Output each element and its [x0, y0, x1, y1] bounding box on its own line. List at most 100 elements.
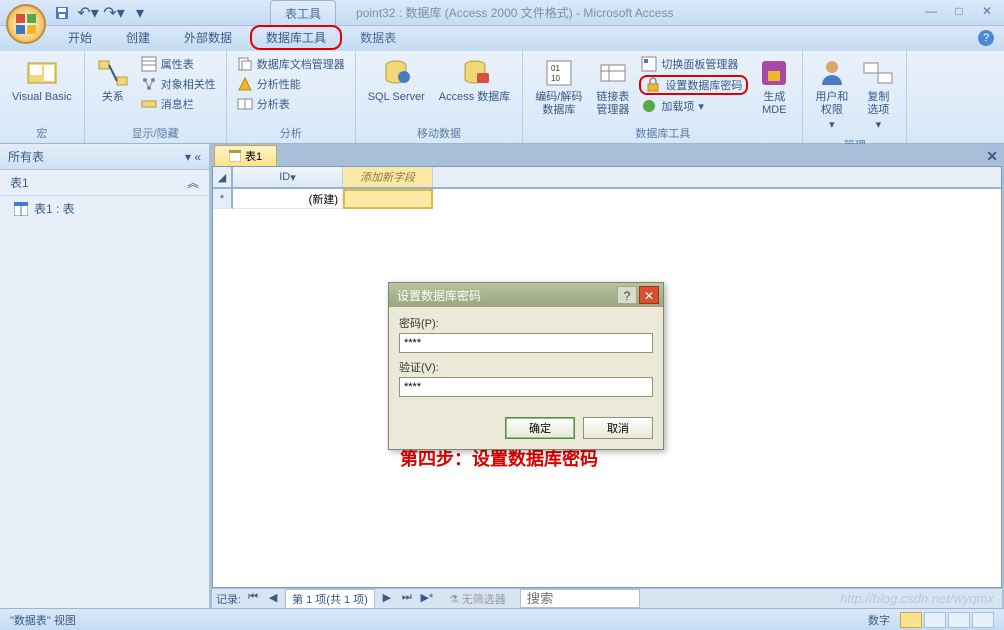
access-db-button[interactable]: Access 数据库 [435, 55, 515, 106]
col-id[interactable]: ID ▾ [233, 167, 343, 187]
tab-create[interactable]: 创建 [110, 25, 166, 50]
encode-label: 编码/解码 数据库 [535, 91, 582, 117]
quick-access-toolbar: ↶▾ ↷▾ ▾ [52, 3, 150, 23]
mde-label: 生成 MDE [762, 91, 786, 117]
doc-tab-table1[interactable]: 表1 [214, 145, 277, 166]
cancel-button[interactable]: 取消 [583, 417, 653, 439]
nav-pane: 所有表 ▾ « 表1 ︽ 表1 : 表 [0, 144, 210, 608]
tab-datasheet[interactable]: 数据表 [344, 25, 412, 50]
status-view-label: "数据表" 视图 [10, 612, 76, 628]
visual-basic-button[interactable]: Visual Basic [8, 55, 76, 106]
pwd-label: 密码(P): [399, 315, 653, 331]
view-datasheet-icon[interactable] [900, 612, 922, 628]
ok-button[interactable]: 确定 [505, 417, 575, 439]
qat-more-icon[interactable]: ▾ [130, 3, 150, 23]
object-deps-button[interactable]: 对象相关性 [139, 75, 218, 93]
group-macro-label: 宏 [8, 123, 76, 143]
verify-label: 验证(V): [399, 359, 653, 375]
group-analyze: 数据库文档管理器 分析性能 分析表 分析 [227, 51, 356, 143]
context-tab[interactable]: 表工具 [270, 0, 336, 26]
view-chart-icon[interactable] [948, 612, 970, 628]
addins-button[interactable]: 加载项 ▾ [639, 97, 748, 115]
group-move: SQL Server Access 数据库 移动数据 [356, 51, 524, 143]
linked-table-button[interactable]: 链接表 管理器 [592, 55, 633, 119]
group-macro: Visual Basic 宏 [0, 51, 85, 143]
property-sheet-button[interactable]: 属性表 [139, 55, 218, 73]
col-add-field[interactable]: 添加新字段 [343, 167, 433, 187]
ribbon-tabs: 开始 创建 外部数据 数据库工具 数据表 ? [0, 26, 1004, 50]
tab-dbtools[interactable]: 数据库工具 [250, 25, 342, 50]
rec-search-input[interactable] [520, 589, 640, 608]
help-icon[interactable]: ? [978, 30, 994, 46]
encode-db-button[interactable]: 0110 编码/解码 数据库 [531, 55, 586, 119]
doc-mgr-button[interactable]: 数据库文档管理器 [235, 55, 347, 73]
dialog-help-icon[interactable]: ? [617, 286, 637, 304]
group-dbtools: 0110 编码/解码 数据库 链接表 管理器 切换面板管理器 设置数据库密码 加… [523, 51, 803, 143]
rec-new-icon[interactable]: ▶* [419, 591, 435, 607]
save-icon[interactable] [52, 3, 72, 23]
office-button[interactable] [6, 4, 46, 44]
analyze-table-button[interactable]: 分析表 [235, 95, 347, 113]
access-label: Access 数据库 [439, 91, 511, 104]
relationships-button[interactable]: 关系 [93, 55, 133, 106]
repl-label: 复制 选项 [867, 91, 889, 117]
table-icon [14, 202, 28, 216]
tab-home[interactable]: 开始 [52, 25, 108, 50]
nav-section[interactable]: 表1 ︽ [0, 170, 209, 196]
message-bar-button[interactable]: 消息栏 [139, 95, 218, 113]
group-dbtools-label: 数据库工具 [531, 123, 794, 143]
password-dialog: 设置数据库密码 ? ✕ 密码(P): 验证(V): 确定 取消 [388, 282, 664, 450]
dialog-titlebar[interactable]: 设置数据库密码 ? ✕ [389, 283, 663, 307]
titlebar: ↶▾ ↷▾ ▾ 表工具 point32 : 数据库 (Access 2000 文… [0, 0, 1004, 26]
make-mde-button[interactable]: 生成 MDE [754, 55, 794, 119]
row-marker-new[interactable]: * [213, 189, 233, 209]
tab-external[interactable]: 外部数据 [168, 25, 248, 50]
rec-first-icon[interactable]: ⏮ [245, 591, 261, 607]
rec-last-icon[interactable]: ⏭ [399, 591, 415, 607]
svg-text:10: 10 [551, 74, 560, 83]
analyze-perf-button[interactable]: 分析性能 [235, 75, 347, 93]
minimize-button[interactable]: — [920, 4, 942, 20]
group-showhide: 关系 属性表 对象相关性 消息栏 显示/隐藏 [85, 51, 227, 143]
view-pivot-icon[interactable] [924, 612, 946, 628]
maximize-button[interactable]: □ [948, 4, 970, 20]
dialog-close-icon[interactable]: ✕ [639, 286, 659, 304]
nav-item-table1[interactable]: 表1 : 表 [0, 196, 209, 221]
sql-server-button[interactable]: SQL Server [364, 55, 429, 106]
redo-icon[interactable]: ↷▾ [104, 3, 124, 23]
window-title: point32 : 数据库 (Access 2000 文件格式) - Micro… [356, 4, 673, 21]
users-perms-button[interactable]: 用户和 权限 ▾ [811, 55, 852, 135]
cell-add-new[interactable] [343, 189, 433, 209]
nav-header[interactable]: 所有表 ▾ « [0, 144, 209, 170]
undo-icon[interactable]: ↶▾ [78, 3, 98, 23]
replication-button[interactable]: 复制 选项 ▾ [858, 55, 898, 135]
rec-position[interactable]: 第 1 项(共 1 项) [285, 589, 375, 609]
linked-label: 链接表 管理器 [596, 91, 629, 117]
group-manage: 用户和 权限 ▾ 复制 选项 ▾ 管理 [803, 51, 907, 143]
svg-text:01: 01 [551, 64, 560, 73]
chevron-up-icon[interactable]: ︽ [187, 174, 199, 191]
vb-label: Visual Basic [12, 91, 72, 104]
rec-next-icon[interactable]: ▶ [379, 591, 395, 607]
nav-dropdown-icon[interactable]: ▾ « [185, 150, 201, 164]
view-design-icon[interactable] [972, 612, 994, 628]
doc-close-icon[interactable]: ✕ [986, 148, 998, 165]
rec-prev-icon[interactable]: ◀ [265, 591, 281, 607]
status-bar: "数据表" 视图 数字 [0, 608, 1004, 630]
verify-input[interactable] [399, 377, 653, 397]
watermark: http://blog.csdn.net/wyqmx [840, 591, 994, 606]
rel-label: 关系 [102, 91, 124, 104]
users-label: 用户和 权限 [815, 91, 848, 117]
doc-tabs: 表1 ✕ [210, 144, 1004, 166]
close-button[interactable]: ✕ [976, 4, 998, 20]
switchboard-button[interactable]: 切换面板管理器 [639, 55, 748, 73]
status-numlock: 数字 [868, 612, 890, 628]
sql-label: SQL Server [368, 91, 425, 104]
password-input[interactable] [399, 333, 653, 353]
select-all-cell[interactable]: ◢ [213, 167, 233, 187]
ribbon: Visual Basic 宏 关系 属性表 对象相关性 消息栏 显示/隐藏 数据… [0, 50, 1004, 144]
group-showhide-label: 显示/隐藏 [93, 123, 218, 143]
table-icon [229, 150, 241, 162]
set-password-button[interactable]: 设置数据库密码 [639, 75, 748, 95]
cell-id-new[interactable]: (新建) [233, 189, 343, 209]
